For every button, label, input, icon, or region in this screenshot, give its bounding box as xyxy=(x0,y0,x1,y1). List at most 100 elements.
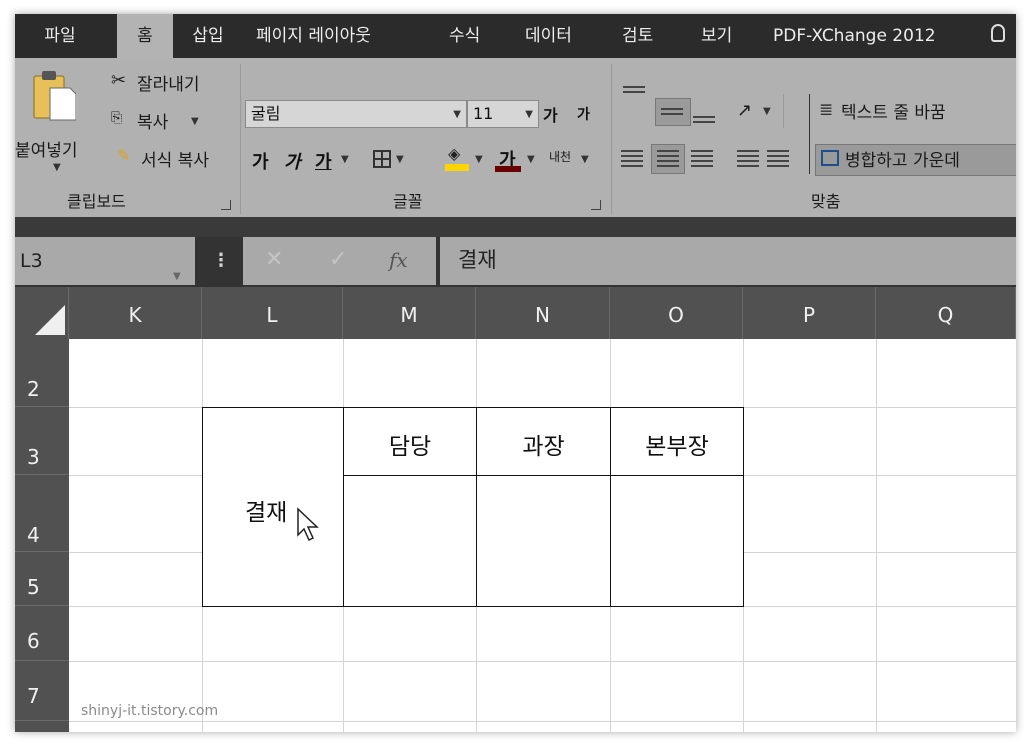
tab-data[interactable]: 데이터 xyxy=(525,14,572,58)
align-bottom-icon[interactable] xyxy=(693,116,715,126)
tab-formulas[interactable]: 수식 xyxy=(449,14,480,58)
italic-button[interactable]: 가 xyxy=(284,148,301,174)
ribbon-bottom-band xyxy=(15,217,1016,237)
chevron-down-icon[interactable]: ▼ xyxy=(527,154,535,165)
cell-grid[interactable]: 결재 담당 과장 본부장 xyxy=(69,339,1016,732)
paste-button[interactable]: 붙여넣기 ▼ xyxy=(15,68,103,178)
more-options-icon[interactable]: ⋮ xyxy=(212,250,230,271)
merge-center-button[interactable]: 병합하고 가운데 xyxy=(821,146,1016,174)
row-header-5[interactable]: 5 xyxy=(15,552,69,606)
increase-indent-icon[interactable] xyxy=(767,150,789,170)
column-header-q[interactable]: Q xyxy=(876,287,1016,339)
signature-cell-section-chief[interactable] xyxy=(476,475,611,607)
column-header-n[interactable]: N xyxy=(476,287,610,339)
paintbrush-icon: ✎ xyxy=(117,146,131,165)
chevron-down-icon[interactable]: ▼ xyxy=(525,102,533,128)
cut-button[interactable]: ✂ 잘라내기 xyxy=(111,70,241,96)
formula-bar: L3 ▼ ⋮ ✕ ✓ fx 결재 xyxy=(15,237,1016,287)
chevron-down-icon[interactable]: ▼ xyxy=(341,154,349,165)
font-name-combo[interactable]: 굴림 ▼ xyxy=(245,100,467,128)
mouse-cursor-icon xyxy=(297,507,319,542)
formula-input[interactable]: 결재 xyxy=(440,237,1016,285)
font-size-combo[interactable]: 11 ▼ xyxy=(467,100,539,128)
group-divider xyxy=(611,64,612,214)
gridline xyxy=(69,661,1016,662)
chevron-down-icon[interactable]: ▼ xyxy=(763,106,771,117)
align-middle-icon[interactable] xyxy=(661,108,683,118)
approval-label: 결재 xyxy=(245,500,288,526)
tab-view[interactable]: 보기 xyxy=(701,14,732,58)
wrap-text-button[interactable]: ≣ 텍스트 줄 바꿈 xyxy=(819,98,1009,126)
column-header-o[interactable]: O xyxy=(610,287,743,339)
alignment-group-label: 맞춤 xyxy=(811,192,841,211)
align-center-icon[interactable] xyxy=(657,150,679,170)
copy-button[interactable]: ⎘ 복사 ▼ xyxy=(111,108,221,134)
signature-cell-manager[interactable] xyxy=(343,475,477,607)
column-headers: K L M N O P Q xyxy=(15,287,1016,339)
lightbulb-icon[interactable] xyxy=(991,24,1005,42)
ribbon: 붙여넣기 ▼ ✂ 잘라내기 ⎘ 복사 ▼ ✎ 서식 복사 클립보드 굴림 ▼ 1… xyxy=(15,58,1016,230)
chevron-down-icon[interactable]: ▼ xyxy=(453,102,461,128)
bold-button[interactable]: 가 xyxy=(252,148,269,174)
font-size-value: 11 xyxy=(473,104,494,123)
paste-dropdown-icon[interactable]: ▼ xyxy=(53,162,61,173)
tab-insert[interactable]: 삽입 xyxy=(181,14,235,58)
align-left-icon[interactable] xyxy=(621,150,643,170)
column-header-m[interactable]: M xyxy=(343,287,476,339)
column-header-l[interactable]: L xyxy=(202,287,343,339)
signature-cell-division-head[interactable] xyxy=(610,475,744,607)
paint-bucket-icon: ◈ xyxy=(448,144,461,163)
select-all-button[interactable] xyxy=(15,287,69,339)
fill-color-button[interactable]: ◈ xyxy=(445,144,471,172)
font-group-label: 글꼴 xyxy=(393,192,423,211)
chevron-down-icon[interactable]: ▼ xyxy=(475,154,483,165)
font-launcher-icon[interactable] xyxy=(591,200,601,210)
chevron-down-icon[interactable]: ▼ xyxy=(396,154,404,165)
copy-dropdown-icon[interactable]: ▼ xyxy=(191,116,199,127)
font-color-swatch xyxy=(495,166,521,172)
copy-label: 복사 xyxy=(137,113,169,133)
cancel-icon[interactable]: ✕ xyxy=(265,247,283,272)
divider xyxy=(809,94,810,174)
clipboard-launcher-icon[interactable] xyxy=(221,200,231,210)
borders-icon[interactable] xyxy=(373,150,391,168)
chevron-down-icon[interactable]: ▼ xyxy=(581,154,589,165)
formula-buttons: ✕ ✓ fx xyxy=(243,237,436,285)
column-header-k[interactable]: K xyxy=(69,287,202,339)
font-color-button[interactable]: 가 xyxy=(495,144,523,172)
row-header-3[interactable]: 3 xyxy=(15,407,69,475)
align-right-icon[interactable] xyxy=(691,150,713,170)
row-header-7[interactable]: 7 xyxy=(15,661,69,721)
fill-color-swatch xyxy=(445,164,469,171)
format-painter-label: 서식 복사 xyxy=(141,151,209,171)
align-top-icon[interactable] xyxy=(623,86,645,96)
row-header-6[interactable]: 6 xyxy=(15,606,69,661)
name-box[interactable]: L3 ▼ xyxy=(15,237,195,285)
clipboard-group-label: 클립보드 xyxy=(67,192,126,211)
copy-icon: ⎘ xyxy=(111,110,123,126)
tab-review[interactable]: 검토 xyxy=(622,14,653,58)
underline-button[interactable]: 가 xyxy=(315,148,332,174)
enter-icon[interactable]: ✓ xyxy=(329,247,347,272)
format-painter-button[interactable]: ✎ 서식 복사 xyxy=(111,146,241,172)
watermark-text: shinyj-it.tistory.com xyxy=(81,703,219,719)
decrease-indent-icon[interactable] xyxy=(737,150,759,170)
row-header-2[interactable]: 2 xyxy=(15,339,69,407)
tab-page-layout[interactable]: 페이지 레이아웃 xyxy=(256,14,371,58)
tab-home[interactable]: 홈 xyxy=(117,14,173,58)
row-headers: 2 3 4 5 6 7 xyxy=(15,339,69,732)
insert-function-icon[interactable]: fx xyxy=(389,248,408,272)
scissors-icon: ✂ xyxy=(111,70,127,91)
column-header-p[interactable]: P xyxy=(743,287,876,339)
merge-center-label: 병합하고 가운데 xyxy=(845,151,960,171)
orientation-icon[interactable]: ↗ xyxy=(737,100,752,121)
divider xyxy=(783,94,784,128)
row-header-4[interactable]: 4 xyxy=(15,475,69,552)
phonetic-button[interactable]: 내천 xyxy=(549,148,571,165)
decrease-font-button[interactable]: 가 xyxy=(577,104,590,124)
tab-pdf-xchange[interactable]: PDF-XChange 2012 xyxy=(773,14,936,58)
increase-font-button[interactable]: 가 xyxy=(543,102,558,126)
clipboard-icon xyxy=(33,71,76,121)
tab-file[interactable]: 파일 xyxy=(29,14,91,58)
font-name-value: 굴림 xyxy=(251,104,281,123)
